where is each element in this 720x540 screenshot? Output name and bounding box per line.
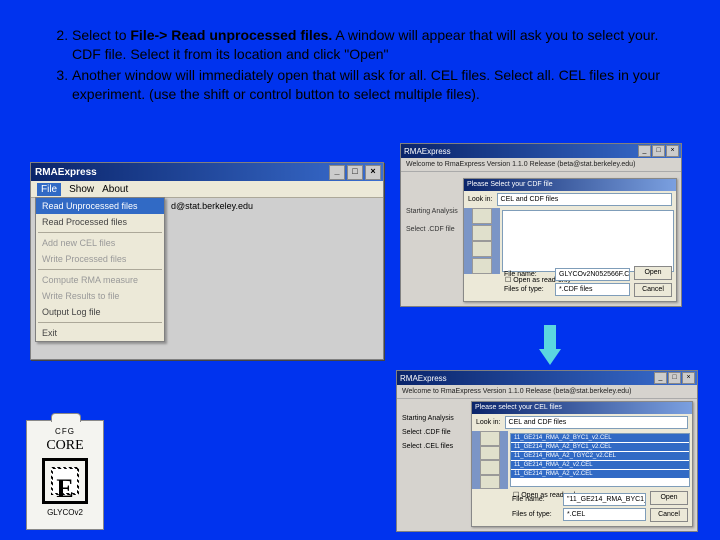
menu-item-compute-rma[interactable]: Compute RMA measure <box>36 272 164 288</box>
file-item[interactable]: 11_GE214_RMA_A2_v2.CEL <box>511 461 689 469</box>
filename-field[interactable]: GLYCOv2N052566F.CDF <box>555 268 630 281</box>
label-analysis: Starting Analysis <box>406 208 458 215</box>
arrow-down-icon <box>539 325 561 365</box>
maximize-button[interactable]: □ <box>652 145 665 157</box>
file-list[interactable] <box>502 210 674 272</box>
cancel-button[interactable]: Cancel <box>634 283 672 297</box>
menu-item-read-processed[interactable]: Read Processed files <box>36 214 164 230</box>
filetype-label: Files of type: <box>512 511 560 518</box>
menu-file[interactable]: File <box>37 183 61 196</box>
lookin-label: Look in: <box>476 419 501 426</box>
lookin-combo[interactable]: CEL and CDF files <box>505 416 688 429</box>
close-button[interactable]: × <box>365 165 381 180</box>
place-mycomputer-icon[interactable] <box>472 258 492 274</box>
instruction-block: Select to File-> Read unprocessed files.… <box>36 26 680 106</box>
rma-window-menu: RMAExpress _ □ × File Show About Read Un… <box>30 162 384 360</box>
menu-show[interactable]: Show <box>69 184 94 195</box>
file-dialog-cdf: Please Select your CDF file Look in: CEL… <box>463 178 677 302</box>
label-select-cdf: Select .CDF file <box>406 226 455 233</box>
minimize-button[interactable]: _ <box>654 372 667 384</box>
filename-label: File name: <box>504 271 552 278</box>
file-item[interactable]: 11_GE214_RMA_A2_BYC1_v2.CEL <box>511 443 689 451</box>
place-mydocs-icon[interactable] <box>472 241 492 257</box>
menu-item-output-log[interactable]: Output Log file <box>36 304 164 320</box>
menu-sep <box>38 322 162 323</box>
info-text: Welcome to RmaExpress Version 1.1.0 Rele… <box>401 158 681 172</box>
window-title: RMAExpress <box>400 374 447 383</box>
open-button[interactable]: Open <box>650 491 688 505</box>
lookin-combo[interactable]: CEL and CDF files <box>497 193 672 206</box>
maximize-button[interactable]: □ <box>668 372 681 384</box>
instruction-2: Select to File-> Read unprocessed files.… <box>72 26 680 64</box>
menu-item-write-results[interactable]: Write Results to file <box>36 288 164 304</box>
menu-sep <box>38 269 162 270</box>
menu-item-write-processed[interactable]: Write Processed files <box>36 251 164 267</box>
file-list[interactable]: 11_GE214_RMA_A2_BYC1_v2.CEL 11_GE214_RMA… <box>510 433 690 487</box>
menu-about[interactable]: About <box>102 184 128 195</box>
cfg-core-logo: CFG CORE GLYCOv2 <box>26 420 104 530</box>
place-mydocs-icon[interactable] <box>480 460 500 475</box>
place-history-icon[interactable] <box>472 208 492 224</box>
label-analysis: Starting Analysis <box>402 415 454 422</box>
menu-sep <box>38 232 162 233</box>
rma-window-cel: RMAExpress _ □ × Welcome to RmaExpress V… <box>396 370 698 532</box>
window-title: RMAExpress <box>35 167 97 178</box>
logo-line1: CFG <box>27 427 103 436</box>
minimize-button[interactable]: _ <box>329 165 345 180</box>
info-text: Welcome to RmaExpress Version 1.1.0 Rele… <box>397 385 697 399</box>
place-desktop-icon[interactable] <box>480 446 500 461</box>
file-menu-dropdown[interactable]: Read Unprocessed files Read Processed fi… <box>35 197 165 342</box>
file-item[interactable]: 11_GE214_RMA_A2_v2.CEL <box>511 470 689 478</box>
filename-label: File name: <box>512 496 560 503</box>
place-desktop-icon[interactable] <box>472 225 492 241</box>
lookin-label: Look in: <box>468 196 493 203</box>
menu-item-exit[interactable]: Exit <box>36 325 164 341</box>
places-bar[interactable] <box>472 431 508 489</box>
place-mycomputer-icon[interactable] <box>480 475 500 490</box>
file-item[interactable]: 11_GE214_RMA_A2_TGYC2_v2.CEL <box>511 452 689 460</box>
menu-item-read-unprocessed[interactable]: Read Unprocessed files <box>36 198 164 214</box>
file-dialog-cel: Please select your CEL files Look in: CE… <box>471 401 693 527</box>
label-select-cdf: Select .CDF file <box>402 429 451 436</box>
body-email: d@stat.berkeley.edu <box>171 201 253 211</box>
place-history-icon[interactable] <box>480 431 500 446</box>
rma-window-cdf: RMAExpress _ □ × Welcome to RmaExpress V… <box>400 143 682 307</box>
filetype-combo[interactable]: *.CDF files <box>555 283 630 296</box>
filename-field[interactable]: "11_GE214_RMA_BYC1_GLv2" +2.CEL" +2.CEL <box>563 493 646 506</box>
cancel-button[interactable]: Cancel <box>650 508 688 522</box>
filetype-combo[interactable]: *.CEL <box>563 508 646 521</box>
menubar[interactable]: File Show About <box>31 181 383 198</box>
titlebar[interactable]: RMAExpress _ □ × <box>401 144 681 158</box>
label-select-cel: Select .CEL files <box>402 443 453 450</box>
dialog-title[interactable]: Please Select your CDF file <box>464 179 676 191</box>
minimize-button[interactable]: _ <box>638 145 651 157</box>
close-button[interactable]: × <box>682 372 695 384</box>
logo-line2: CORE <box>27 438 103 454</box>
maximize-button[interactable]: □ <box>347 165 363 180</box>
titlebar[interactable]: RMAExpress _ □ × <box>397 371 697 385</box>
menu-item-add-cel[interactable]: Add new CEL files <box>36 235 164 251</box>
filetype-label: Files of type: <box>504 286 552 293</box>
window-title: RMAExpress <box>404 147 451 156</box>
close-button[interactable]: × <box>666 145 679 157</box>
file-item[interactable]: 11_GE214_RMA_A2_BYC1_v2.CEL <box>511 434 689 442</box>
titlebar[interactable]: RMAExpress _ □ × <box>31 163 383 181</box>
dialog-title[interactable]: Please select your CEL files <box>472 402 692 414</box>
open-button[interactable]: Open <box>634 266 672 280</box>
instruction-3: Another window will immediately open tha… <box>72 66 680 104</box>
logo-e-icon <box>42 458 88 504</box>
logo-line3: GLYCOv2 <box>27 508 103 517</box>
places-bar[interactable] <box>464 208 500 274</box>
